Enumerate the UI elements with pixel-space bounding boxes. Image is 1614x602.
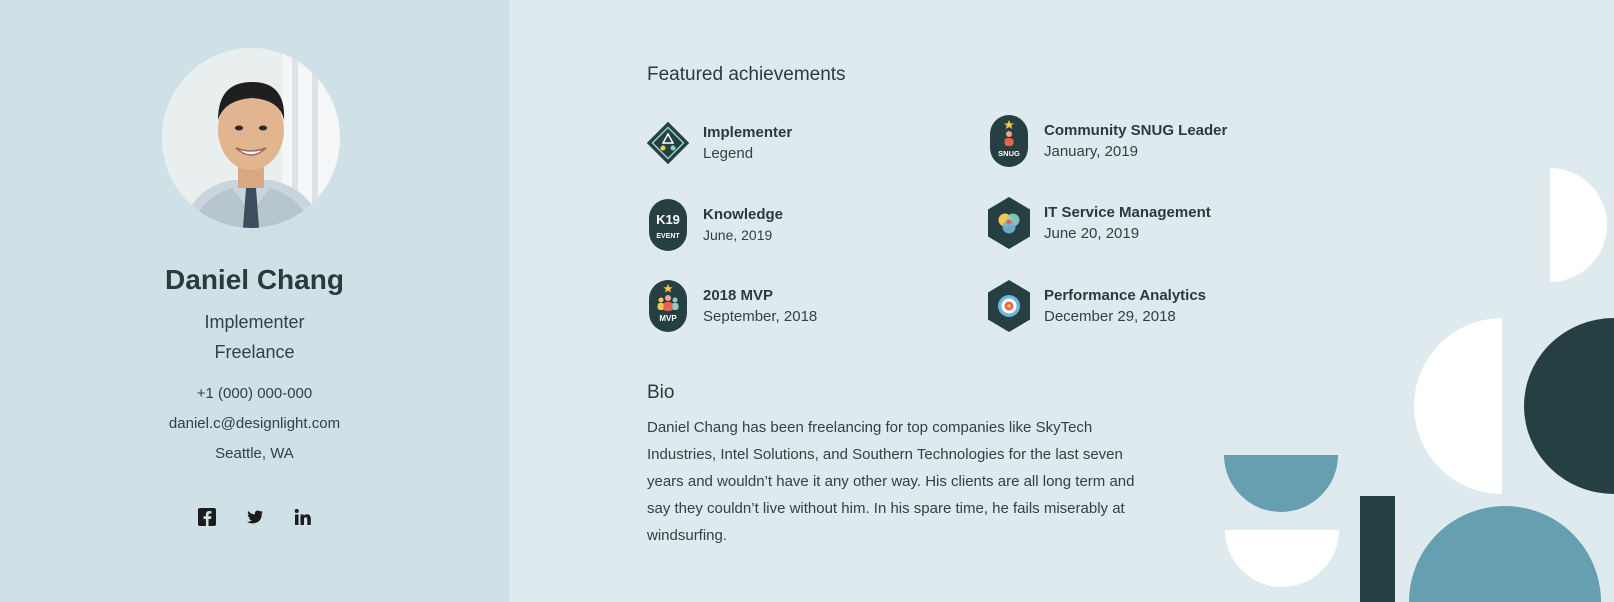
badge-sublabel: EVENT (656, 233, 680, 240)
badge-label: K19 (656, 212, 680, 227)
badge: MVP (645, 279, 691, 333)
deco-dark-half-circle (1524, 318, 1614, 494)
achievement-item[interactable]: K19 EVENT Knowledge June, 2019 (645, 198, 783, 252)
achievement-subtitle: December 29, 2018 (1044, 308, 1176, 325)
profile-photo (162, 48, 340, 228)
badge (986, 279, 1032, 333)
achievements-title: Featured achievements (647, 64, 846, 85)
social-links (0, 506, 509, 528)
achievement-subtitle: Legend (703, 145, 754, 162)
profile-company: Freelance (214, 342, 295, 362)
deco-dark-bar (1360, 496, 1395, 602)
knowledge-badge-icon: K19 EVENT (649, 199, 687, 251)
achievement-subtitle: January, 2019 (1044, 143, 1138, 160)
itsm-badge-icon (988, 197, 1030, 249)
achievement-title: Knowledge (703, 206, 784, 223)
bio-text: Daniel Chang has been freelancing for to… (647, 419, 1135, 544)
achievement-title: Performance Analytics (1044, 287, 1207, 304)
achievement-subtitle: June 20, 2019 (1044, 225, 1140, 242)
achievement-item[interactable]: SNUG Community SNUG Leader January, 2019 (986, 114, 1227, 168)
linkedin-icon (294, 509, 311, 525)
profile-sidebar: Daniel Chang Implementer Freelance +1 (0… (0, 0, 509, 602)
badge (645, 116, 691, 170)
implementer-badge-icon (646, 121, 690, 165)
facebook-icon (197, 508, 216, 526)
achievement-item[interactable]: Performance Analytics December 29, 2018 (986, 279, 1206, 333)
deco-teal-bowl (1224, 455, 1338, 512)
profile-location: Seattle, WA (215, 445, 294, 462)
achievement-title: IT Service Management (1044, 204, 1211, 221)
deco-white-half-circle-left (1414, 318, 1502, 494)
deco-white-half-circle-top (1550, 168, 1607, 282)
deco-teal-dome (1409, 506, 1601, 602)
facebook-link[interactable] (196, 506, 218, 528)
achievement-title: Implementer (703, 124, 793, 141)
deco-white-bowl (1225, 530, 1339, 587)
profile-role: Implementer (204, 312, 305, 332)
badge-label: MVP (659, 314, 677, 323)
performance-analytics-badge-icon (988, 280, 1030, 332)
badge: SNUG (986, 114, 1032, 168)
achievement-item[interactable]: Implementer Legend (645, 116, 792, 170)
badge (986, 196, 1032, 250)
profile-email[interactable]: daniel.c@designlight.com (0, 415, 509, 432)
avatar (162, 48, 340, 228)
achievement-item[interactable]: MVP 2018 MVP September, 2018 (645, 279, 817, 333)
twitter-icon (246, 510, 263, 524)
linkedin-link[interactable] (292, 506, 314, 528)
achievement-subtitle: June, 2019 (703, 227, 773, 243)
bio-title: Bio (647, 382, 675, 403)
profile-phone: +1 (000) 000-000 (196, 385, 313, 402)
badge: K19 EVENT (645, 198, 691, 252)
achievement-item[interactable]: IT Service Management June 20, 2019 (986, 196, 1211, 250)
achievement-title: 2018 MVP (703, 287, 774, 304)
achievement-subtitle: September, 2018 (703, 308, 818, 325)
snug-badge-icon: SNUG (990, 115, 1028, 167)
badge-label: SNUG (998, 149, 1020, 158)
main-content: Featured achievements Implementer Legend (509, 0, 1614, 602)
achievement-title: Community SNUG Leader (1044, 122, 1228, 139)
twitter-link[interactable] (244, 506, 266, 528)
profile-name: Daniel Chang (165, 264, 344, 295)
mvp-badge-icon: MVP (649, 280, 687, 332)
